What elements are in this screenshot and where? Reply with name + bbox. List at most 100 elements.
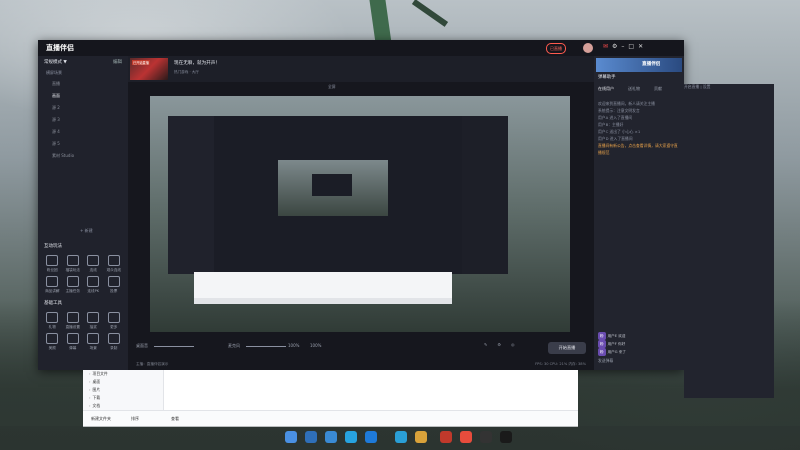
status-stats: FPS: 30 CPU: 21% 内存: 38% xyxy=(535,362,586,366)
audio-controls: 桌面音 100% 麦克风 100% ✎⚙◎ 开始直播 xyxy=(128,338,594,358)
tiktok-icon[interactable] xyxy=(480,431,492,443)
grid-item[interactable]: 粉丝团 xyxy=(42,255,63,273)
explorer-footer-item[interactable]: 新建文件夹 xyxy=(91,416,111,422)
user-row[interactable]: 粉用户E 欢迎 xyxy=(598,332,682,340)
tab-2[interactable]: 贡献 xyxy=(654,86,662,91)
room-thumbnail[interactable]: 已开始直播 xyxy=(130,58,168,80)
explorer-tree-item[interactable]: › 下载 xyxy=(83,394,163,402)
tab-1[interactable]: 送礼物 xyxy=(628,86,640,91)
live-badge[interactable]: 已直播 xyxy=(546,43,566,54)
grid-item-label: 福袋玩法 xyxy=(65,268,80,272)
wallpaper-beam xyxy=(411,0,449,27)
tab-0[interactable]: 在线用户 xyxy=(598,86,614,91)
user-tag: 粉 xyxy=(598,340,606,348)
grid-item[interactable]: 录制 xyxy=(104,333,125,351)
scene-item[interactable]: 画面 xyxy=(38,90,128,102)
browser-icon[interactable] xyxy=(345,431,357,443)
promo-banner[interactable]: 直播伴侣 xyxy=(596,58,682,72)
grid-item[interactable]: 投票 xyxy=(104,276,125,294)
send-danmaku-button[interactable]: 发送弹幕 xyxy=(598,358,613,364)
taskbar xyxy=(0,426,800,450)
grid-item[interactable]: 主播任务 xyxy=(63,276,84,294)
explorer-footer-item[interactable]: 查看 xyxy=(171,416,179,422)
danmaku-message: 用户C 送出了 小心心 ×1 xyxy=(598,129,641,134)
preview-options[interactable]: 开启直播 | 设置 xyxy=(684,84,774,398)
scene-item[interactable]: 源 3 xyxy=(38,114,128,126)
user-row[interactable]: 粉用户F 你好 xyxy=(598,340,682,348)
desktop-volume-slider[interactable] xyxy=(154,346,194,347)
scene-item[interactable]: 源 2 xyxy=(38,102,128,114)
explorer-tree-label: 图片 xyxy=(92,387,101,392)
record-app-icon[interactable] xyxy=(440,431,452,443)
mic-volume-slider[interactable] xyxy=(246,346,286,347)
danmaku-message: 用户D 进入了直播间 xyxy=(598,136,633,141)
nested-right-panel xyxy=(462,116,508,274)
grid-item-label: 场景 xyxy=(89,346,97,350)
edge-icon[interactable] xyxy=(365,431,377,443)
vote-icon xyxy=(107,276,120,287)
scene-icon xyxy=(87,333,100,344)
grid-item[interactable]: 直播设置 xyxy=(63,312,84,330)
thumb-label: 已开始直播 xyxy=(132,60,150,65)
explorer-tree-item[interactable]: › 桌面 xyxy=(83,378,163,386)
preview-screen-capture xyxy=(150,96,570,332)
mail-icon[interactable]: ✉ xyxy=(603,43,612,50)
grid-item[interactable]: 连线PK xyxy=(83,276,104,294)
record-icon xyxy=(107,333,120,344)
task-view-icon[interactable] xyxy=(325,431,337,443)
add-scene-button[interactable]: + 新建 xyxy=(72,226,101,236)
room-title[interactable]: 现在无聊，就为开声！ xyxy=(174,60,220,66)
grid-item[interactable]: 弹幕 xyxy=(63,333,84,351)
effects-icons[interactable]: ✎⚙◎ xyxy=(484,342,524,347)
room-category[interactable]: 热门游戏 · 大厅 xyxy=(174,70,199,75)
grid-item[interactable]: 商品讲解 xyxy=(42,276,63,294)
explorer-tree-label: 文档 xyxy=(92,403,101,408)
preview-canvas[interactable] xyxy=(150,96,570,332)
user-row[interactable]: 粉用户G 来了 xyxy=(598,348,682,356)
title-bar: 直播伴侣 已直播 ✉⚙–□✕ xyxy=(38,40,684,56)
start-live-button[interactable]: 开始直播 xyxy=(548,342,586,354)
scene-item[interactable]: 源 4 xyxy=(38,126,128,138)
user-tag: 粉 xyxy=(598,348,606,356)
qq-icon[interactable] xyxy=(395,431,407,443)
grid-item[interactable]: 抽奖 xyxy=(83,312,104,330)
explorer-tree-item[interactable]: › 文档 xyxy=(83,402,163,410)
live-app-icon[interactable] xyxy=(460,431,472,443)
user-name: 用户G 来了 xyxy=(607,350,626,354)
grid-item[interactable]: 礼物 xyxy=(42,312,63,330)
user-name: 用户F 你好 xyxy=(607,342,626,346)
start-menu-icon[interactable] xyxy=(285,431,297,443)
live-settings-icon xyxy=(66,312,79,323)
explorer-tree-item[interactable]: › 图片 xyxy=(83,386,163,394)
grid-item-label: 礼物 xyxy=(48,325,56,329)
settings-icon[interactable]: ⚙ xyxy=(612,43,621,50)
scene-item[interactable]: 素材 Studio xyxy=(38,150,128,162)
edit-scenes-button[interactable]: 编辑 xyxy=(113,59,122,65)
explorer-tree-item[interactable]: › 项目文件 xyxy=(83,370,163,378)
fullscreen-button[interactable]: 全屏 xyxy=(328,84,336,90)
explorer-footer-item[interactable]: 排序 xyxy=(131,416,139,422)
scene-item[interactable]: 直播 xyxy=(38,78,128,90)
grid-item[interactable]: 更多 xyxy=(104,312,125,330)
close-icon[interactable]: ✕ xyxy=(638,43,647,50)
maximize-icon[interactable]: □ xyxy=(628,43,638,50)
avatar[interactable] xyxy=(583,43,593,53)
center-panel: 已开始直播 现在无聊，就为开声！ 热门游戏 · 大厅 全屏 开启直播 | 设置 xyxy=(128,56,774,398)
scene-item[interactable]: 源 5 xyxy=(38,138,128,150)
grid-item-label: 粉丝团 xyxy=(46,268,58,272)
scene-mode-header[interactable]: 常规模式 ▼ 编辑 xyxy=(38,56,128,68)
grid-item[interactable]: 场景 xyxy=(83,333,104,351)
grid-item[interactable]: 观众连线 xyxy=(104,255,125,273)
danmaku-message: 用户A 进入了直播间 xyxy=(598,115,633,120)
grid-item[interactable]: 福袋玩法 xyxy=(63,255,84,273)
nested-window-3 xyxy=(278,160,388,216)
expand-arrow-icon: › xyxy=(89,379,91,384)
search-icon[interactable] xyxy=(305,431,317,443)
companion-app-icon[interactable] xyxy=(500,431,512,443)
folder-icon[interactable] xyxy=(415,431,427,443)
task-icon xyxy=(66,276,79,287)
grid-item[interactable]: 连线 xyxy=(83,255,104,273)
grid-item[interactable]: 美颜 xyxy=(42,333,63,351)
danmaku-title: 弹幕助手 xyxy=(598,75,616,80)
nested-explorer xyxy=(194,272,452,304)
